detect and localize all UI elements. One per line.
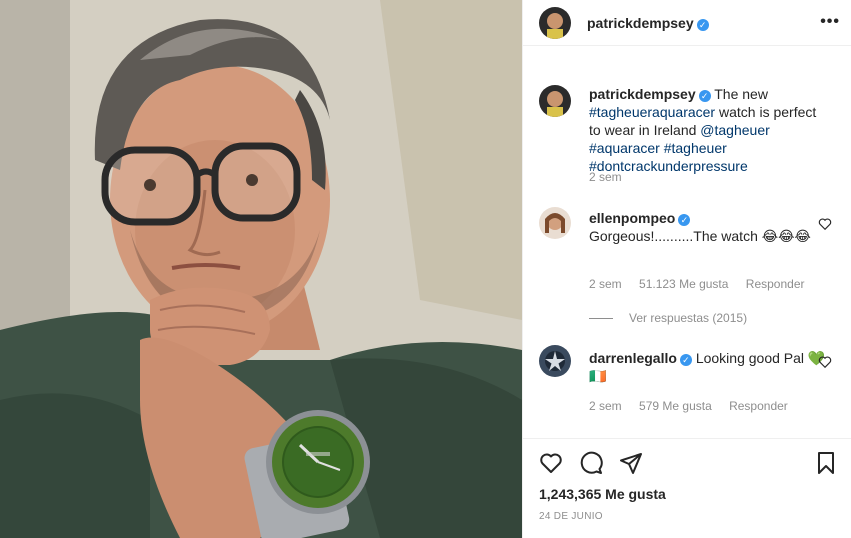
- caption-meta: 2 sem: [589, 170, 636, 184]
- commenter-avatar[interactable]: [539, 345, 571, 377]
- comment-meta: 2 sem 51.123 Me gusta Responder: [589, 277, 819, 291]
- verified-badge-icon: ✓: [678, 214, 691, 226]
- comment-like-heart-icon[interactable]: [818, 355, 832, 369]
- replies-divider: [589, 317, 613, 319]
- comment-timestamp[interactable]: 2 sem: [589, 277, 622, 291]
- commenter-avatar[interactable]: [539, 207, 571, 239]
- caption-username[interactable]: patrickdempsey: [589, 86, 696, 102]
- comment-text: ellenpompeo ✓ Gorgeous!..........The watc…: [589, 209, 829, 245]
- comment-text: darrenlegallo ✓ Looking good Pal 💚🇮🇪: [589, 349, 829, 385]
- reply-button[interactable]: Responder: [746, 277, 805, 291]
- post-header: patrickdempsey ✓ •••: [523, 0, 851, 46]
- hashtag-link[interactable]: #tagheuer: [664, 140, 727, 156]
- verified-badge-icon: ✓: [696, 19, 709, 31]
- comment-timestamp[interactable]: 2 sem: [589, 399, 622, 413]
- author-username[interactable]: patrickdempsey ✓: [587, 15, 709, 31]
- comment-likes-count[interactable]: 51.123 Me gusta: [639, 277, 728, 291]
- caption-timestamp[interactable]: 2 sem: [589, 170, 622, 184]
- commenter-username[interactable]: ellenpompeo: [589, 210, 675, 226]
- post-date[interactable]: 24 DE JUNIO: [539, 511, 603, 522]
- hashtag-link[interactable]: #aquaracer: [589, 140, 660, 156]
- instagram-post: patrickdempsey ✓ ••• patrickdempsey ✓ The …: [0, 0, 851, 538]
- post-likes-count[interactable]: 1,243,365 Me gusta: [539, 486, 666, 502]
- verified-badge-icon: ✓: [698, 90, 711, 102]
- commenter-username[interactable]: darrenlegallo: [589, 350, 677, 366]
- comment-meta: 2 sem 579 Me gusta Responder: [589, 399, 802, 413]
- comment-like-heart-icon[interactable]: [818, 217, 832, 231]
- comment-likes-count[interactable]: 579 Me gusta: [639, 399, 712, 413]
- caption-avatar[interactable]: [539, 85, 571, 117]
- reply-button[interactable]: Responder: [729, 399, 788, 413]
- comment-icon[interactable]: [579, 451, 603, 475]
- share-icon[interactable]: [619, 451, 643, 475]
- author-avatar[interactable]: [539, 7, 571, 39]
- post-actions: 1,243,365 Me gusta 24 DE JUNIO: [523, 438, 851, 538]
- more-options-icon[interactable]: •••: [820, 13, 840, 31]
- post-photo[interactable]: [0, 0, 522, 538]
- post-side-panel: patrickdempsey ✓ ••• patrickdempsey ✓ The …: [522, 0, 851, 538]
- author-username-text[interactable]: patrickdempsey: [587, 15, 694, 31]
- caption-text-part: The new: [714, 86, 768, 102]
- mention-link[interactable]: @tagheuer: [700, 122, 769, 138]
- heart-icon[interactable]: [539, 451, 563, 475]
- caption-text: patrickdempsey ✓ The new #tagheueraquarac…: [589, 85, 829, 175]
- post-image: [0, 0, 522, 538]
- hashtag-link[interactable]: #tagheueraquaracer: [589, 104, 715, 120]
- comment-body: Gorgeous!..........The watch 😂😂😂: [589, 228, 811, 244]
- view-replies-button[interactable]: Ver respuestas (2015): [589, 311, 747, 325]
- bookmark-icon[interactable]: [814, 451, 838, 475]
- action-icons: [539, 451, 643, 475]
- verified-badge-icon: ✓: [679, 354, 692, 366]
- view-replies-label[interactable]: Ver respuestas (2015): [629, 311, 747, 325]
